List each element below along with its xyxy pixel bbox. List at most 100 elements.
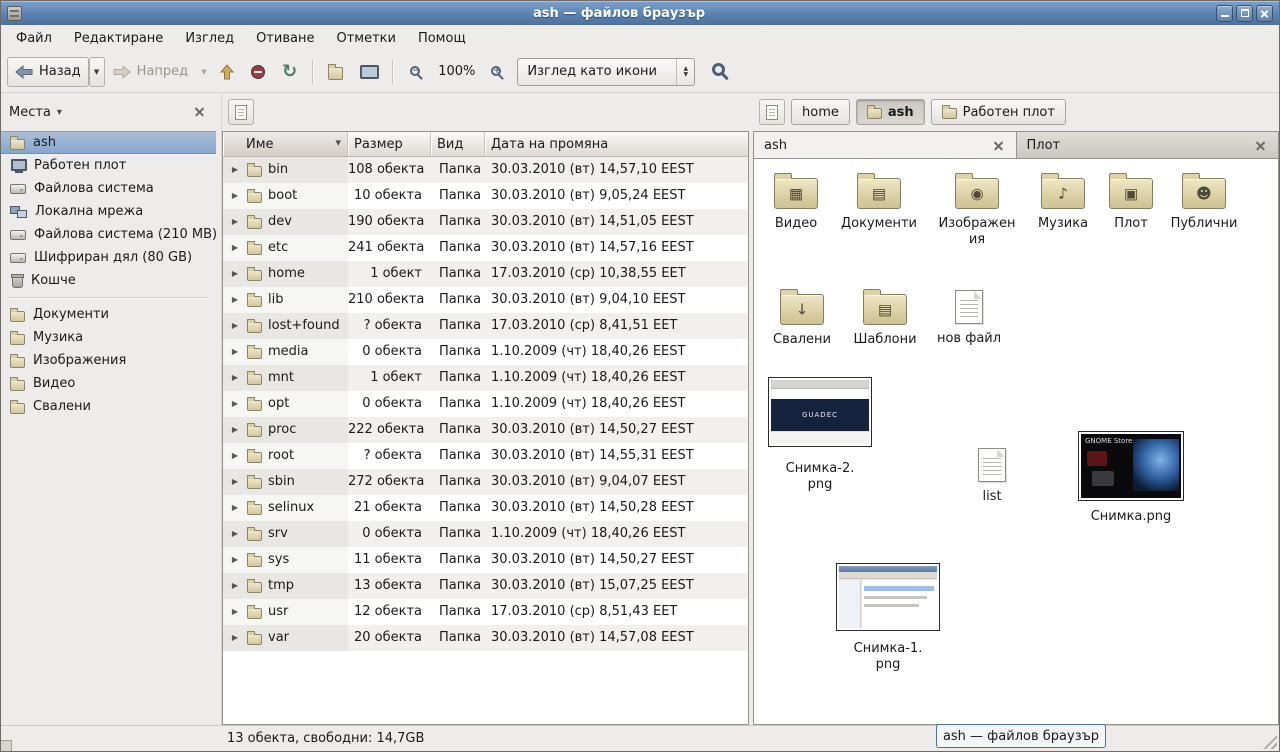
menu-bookmarks[interactable]: Отметки <box>325 25 406 51</box>
sidebar-item-ash[interactable]: ash <box>1 131 216 154</box>
breadcrumb-ash[interactable]: ash <box>856 99 925 125</box>
titlebar[interactable]: ash — файлов браузър <box>1 1 1279 25</box>
expander-icon[interactable] <box>229 157 241 183</box>
sidebar-close-button[interactable] <box>192 104 208 120</box>
expander-icon[interactable] <box>229 391 241 417</box>
expander-icon[interactable] <box>229 313 241 339</box>
table-row[interactable]: media 0 обекта Папка 1.10.2009 (чт) 18,4… <box>223 339 748 365</box>
table-row[interactable]: bin 108 обекта Папка 30.03.2010 (вт) 14,… <box>223 157 748 183</box>
tab-close-icon[interactable] <box>991 138 1006 153</box>
sidebar-item-pictures[interactable]: Изображения <box>1 349 216 372</box>
sidebar-item-encrypted-volume[interactable]: Шифриран дял (80 GB) <box>1 246 216 269</box>
location-toggle-button[interactable] <box>228 99 254 125</box>
breadcrumb-desktop[interactable]: Работен плот <box>931 99 1066 125</box>
up-button[interactable] <box>212 57 242 87</box>
file-icon-snimka[interactable]: GNOME Store Снимка.png <box>1076 431 1186 525</box>
view-mode-spinner-icon[interactable] <box>676 59 694 85</box>
view-mode-select[interactable]: Изглед като икони <box>517 58 695 86</box>
file-icon-pictures[interactable]: ◉ Изображен ия <box>935 171 1019 247</box>
table-row[interactable]: mnt 1 обект Папка 1.10.2009 (чт) 18,40,2… <box>223 365 748 391</box>
table-row[interactable]: sys 11 обекта Папка 30.03.2010 (вт) 14,5… <box>223 547 748 573</box>
resize-grip[interactable] <box>1263 735 1277 749</box>
forward-button[interactable]: Напред <box>105 57 196 87</box>
close-button[interactable] <box>1256 5 1273 22</box>
sidebar-item-videos[interactable]: Видео <box>1 372 216 395</box>
stop-button[interactable] <box>242 57 274 87</box>
maximize-button[interactable] <box>1236 5 1253 22</box>
table-row[interactable]: proc 222 обекта Папка 30.03.2010 (вт) 14… <box>223 417 748 443</box>
sidebar-item-filesystem[interactable]: Файлова система <box>1 177 216 200</box>
reload-button[interactable] <box>274 57 305 87</box>
expander-icon[interactable] <box>229 521 241 547</box>
menu-edit[interactable]: Редактиране <box>63 25 174 51</box>
table-row[interactable]: opt 0 обекта Папка 1.10.2009 (чт) 18,40,… <box>223 391 748 417</box>
table-row[interactable]: lost+found ? обекта Папка 17.03.2010 (ср… <box>223 313 748 339</box>
table-row[interactable]: dev 190 обекта Папка 30.03.2010 (вт) 14,… <box>223 209 748 235</box>
taskbar-window-button[interactable]: ash — файлов браузър <box>936 724 1106 748</box>
file-icon-documents[interactable]: ▤ Документи <box>837 171 921 232</box>
sidebar-item-network[interactable]: Локална мрежа <box>1 200 216 223</box>
expander-icon[interactable] <box>229 573 241 599</box>
expander-icon[interactable] <box>229 235 241 261</box>
sidebar-item-music[interactable]: Музика <box>1 326 216 349</box>
table-row[interactable]: var 20 обекта Папка 30.03.2010 (вт) 14,5… <box>223 625 748 651</box>
expander-icon[interactable] <box>229 183 241 209</box>
menu-view[interactable]: Изглед <box>174 25 245 51</box>
tab-desktop[interactable]: Плот <box>1017 131 1280 158</box>
table-row[interactable]: sbin 272 обекта Папка 30.03.2010 (вт) 9,… <box>223 469 748 495</box>
tab-close-icon[interactable] <box>1253 138 1268 153</box>
zoom-out-button[interactable]: − <box>400 57 432 87</box>
zoom-in-button[interactable]: + <box>481 57 513 87</box>
expander-icon[interactable] <box>229 417 241 443</box>
expander-icon[interactable] <box>229 547 241 573</box>
breadcrumb-home[interactable]: home <box>791 99 850 125</box>
file-icon-new-file[interactable]: нов файл <box>927 287 1011 347</box>
icon-view[interactable]: ▦ Видео ▤ Документи ◉ Изображен ия ♪ Муз… <box>753 158 1279 725</box>
expander-icon[interactable] <box>229 495 241 521</box>
table-row[interactable]: lib 210 обекта Папка 30.03.2010 (вт) 9,0… <box>223 287 748 313</box>
table-row[interactable]: tmp 13 обекта Папка 30.03.2010 (вт) 15,0… <box>223 573 748 599</box>
expander-icon[interactable] <box>229 599 241 625</box>
sidebar-item-filesystem-210mb[interactable]: Файлова система (210 MB) <box>1 223 216 246</box>
sidebar-item-downloads[interactable]: Свалени <box>1 395 216 418</box>
back-button[interactable]: Назад <box>7 57 89 87</box>
file-icon-list[interactable]: list <box>950 445 1034 505</box>
panel-edge[interactable] <box>1 740 12 752</box>
home-button[interactable] <box>320 57 351 87</box>
computer-button[interactable] <box>351 57 385 87</box>
table-row[interactable]: home 1 обект Папка 17.03.2010 (ср) 10,38… <box>223 261 748 287</box>
table-row[interactable]: boot 10 обекта Папка 30.03.2010 (вт) 9,0… <box>223 183 748 209</box>
file-icon-snimka1[interactable]: Снимка-1. png <box>836 563 940 672</box>
expander-icon[interactable] <box>229 261 241 287</box>
sidebar-item-trash[interactable]: Кошче <box>1 269 216 292</box>
sidebar-pane-selector[interactable]: Места <box>9 105 62 120</box>
table-row[interactable]: root ? обекта Папка 30.03.2010 (вт) 14,5… <box>223 443 748 469</box>
table-row[interactable]: selinux 21 обекта Папка 30.03.2010 (вт) … <box>223 495 748 521</box>
column-header-size[interactable]: Размер <box>348 132 431 156</box>
expander-icon[interactable] <box>229 365 241 391</box>
minimize-button[interactable] <box>1216 5 1233 22</box>
column-header-name[interactable]: Име <box>223 132 348 156</box>
file-icon-video[interactable]: ▦ Видео <box>754 171 838 232</box>
menu-file[interactable]: Файл <box>5 25 63 51</box>
search-button[interactable] <box>703 57 739 87</box>
file-icon-templates[interactable]: ▤ Шаблони <box>843 287 927 348</box>
expander-icon[interactable] <box>229 625 241 651</box>
menu-help[interactable]: Помощ <box>407 25 477 51</box>
expander-icon[interactable] <box>229 209 241 235</box>
expander-icon[interactable] <box>229 287 241 313</box>
table-row[interactable]: srv 0 обекта Папка 1.10.2009 (чт) 18,40,… <box>223 521 748 547</box>
file-icon-public[interactable]: ☻ Публични <box>1162 171 1246 232</box>
table-row[interactable]: usr 12 обекта Папка 17.03.2010 (ср) 8,51… <box>223 599 748 625</box>
column-header-type[interactable]: Вид <box>431 132 485 156</box>
file-icon-snimka2[interactable]: GUADEC Снимка-2. png <box>768 377 872 492</box>
expander-icon[interactable] <box>229 443 241 469</box>
expander-icon[interactable] <box>229 339 241 365</box>
expander-icon[interactable] <box>229 469 241 495</box>
back-history-dropdown[interactable] <box>89 57 105 87</box>
file-icon-desktop-folder[interactable]: ▣ Плот <box>1089 171 1173 232</box>
sidebar-item-desktop[interactable]: Работен плот <box>1 154 216 177</box>
file-icon-downloads[interactable]: ↓ Свалени <box>760 287 844 348</box>
column-header-date[interactable]: Дата на промяна <box>485 132 748 156</box>
sidebar-item-documents[interactable]: Документи <box>1 303 216 326</box>
